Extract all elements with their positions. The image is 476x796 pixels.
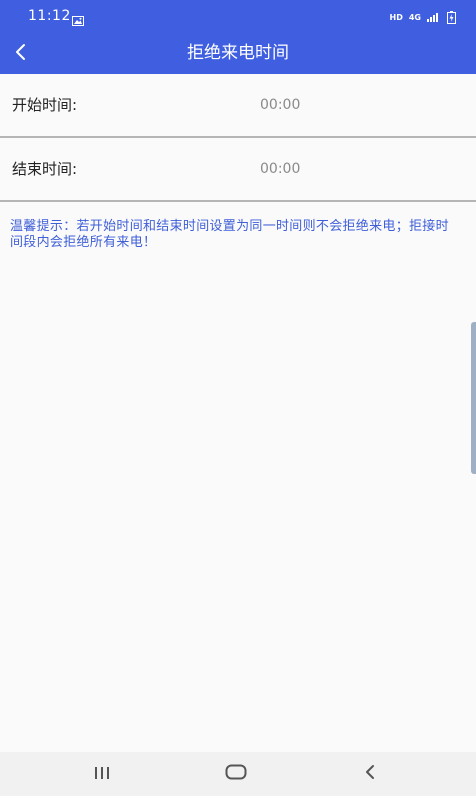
status-bar: 11:12 HD 4G (0, 0, 476, 34)
chevron-left-icon (14, 43, 26, 65)
end-time-label: 结束时间: (12, 160, 78, 178)
battery-icon (447, 10, 456, 24)
network-label: 4G (408, 12, 421, 22)
chevron-left-icon (364, 764, 376, 784)
start-time-value[interactable]: 00:00 (260, 74, 300, 136)
navigation-bar (0, 752, 476, 796)
system-back-button[interactable] (340, 752, 400, 796)
end-time-value[interactable]: 00:00 (260, 138, 300, 200)
back-button[interactable] (4, 34, 36, 74)
recent-apps-icon (93, 765, 111, 784)
recent-apps-button[interactable] (72, 752, 132, 796)
signal-icon (427, 12, 441, 22)
app-bar: 拒绝来电时间 (0, 34, 476, 74)
home-button[interactable] (206, 752, 266, 796)
home-icon (225, 764, 247, 784)
page-title: 拒绝来电时间 (187, 43, 289, 63)
hint-text: 温馨提示：若开始时间和结束时间设置为同一时间则不会拒绝来电；拒接时间段内会拒绝所… (10, 219, 449, 250)
start-time-row[interactable]: 开始时间: 00:00 (0, 74, 476, 138)
status-time: 11:12 (28, 8, 71, 24)
end-time-row[interactable]: 结束时间: 00:00 (0, 138, 476, 202)
screen: 11:12 HD 4G 拒绝来电时间 开始时间: 00:00 结束时间: 00:… (0, 0, 476, 796)
status-icons: HD 4G (390, 10, 456, 24)
scrollbar[interactable] (471, 322, 476, 474)
start-time-label: 开始时间: (12, 96, 78, 114)
hd-label: HD (389, 12, 403, 22)
gallery-notification-icon (72, 11, 84, 26)
